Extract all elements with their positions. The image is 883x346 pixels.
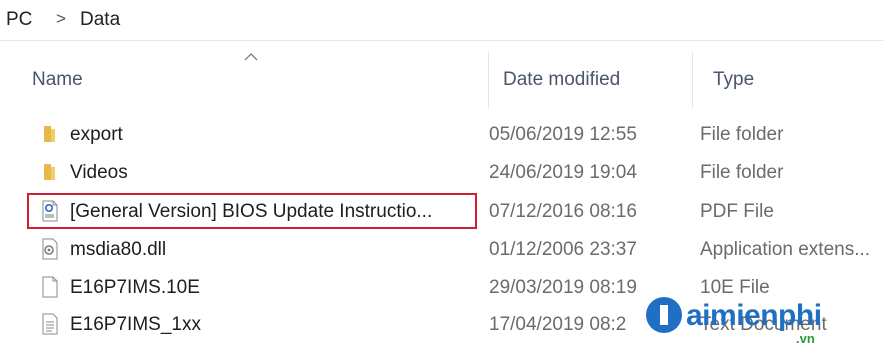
text-file-icon: [42, 313, 58, 335]
file-type: Application extens...: [700, 239, 871, 260]
file-type: PDF File: [700, 201, 774, 222]
file-row-export[interactable]: export 05/06/2019 12:55 File folder: [14, 115, 883, 153]
file-name: E16P7IMS.10E: [70, 277, 200, 298]
file-row-videos[interactable]: Videos 24/06/2019 19:04 File folder: [14, 153, 883, 191]
file-date: 01/12/2006 23:37: [489, 239, 637, 260]
column-header-row: Name Date modified Type: [14, 52, 883, 108]
file-name: export: [70, 124, 123, 145]
file-row-msdia80[interactable]: msdia80.dll 01/12/2006 23:37 Application…: [14, 230, 883, 268]
file-name: E16P7IMS_1xx: [70, 314, 201, 335]
sort-ascending-icon: [244, 53, 258, 61]
breadcrumb-item-pc[interactable]: PC: [6, 9, 32, 31]
folder-icon: [44, 126, 55, 142]
breadcrumb: PC > Data: [0, 0, 883, 41]
column-header-date-modified[interactable]: Date modified: [488, 52, 692, 108]
file-date: 17/04/2019 08:2: [489, 314, 627, 335]
watermark-logo: aimienphi .vn: [646, 297, 883, 346]
column-header-date-label: Date modified: [503, 69, 621, 90]
breadcrumb-item-data[interactable]: Data: [80, 9, 120, 31]
dll-file-icon: [42, 238, 58, 260]
watermark-suffix: .vn: [796, 331, 815, 346]
file-date: 24/06/2019 19:04: [489, 162, 637, 183]
column-header-name-label: Name: [32, 69, 83, 90]
file-type: File folder: [700, 124, 784, 145]
blank-file-icon: [42, 276, 58, 298]
file-type: File folder: [700, 162, 784, 183]
red-highlight-box: [27, 193, 477, 229]
file-date: 05/06/2019 12:55: [489, 124, 637, 145]
file-name: Videos: [70, 162, 128, 183]
file-date: 07/12/2016 08:16: [489, 201, 637, 222]
folder-icon: [44, 164, 55, 180]
file-type: 10E File: [700, 277, 770, 298]
watermark-brand: aimienphi: [686, 299, 822, 332]
breadcrumb-separator[interactable]: >: [56, 9, 66, 29]
file-date: 29/03/2019 08:19: [489, 277, 637, 298]
column-header-type[interactable]: Type: [692, 52, 883, 108]
file-name: msdia80.dll: [70, 239, 167, 260]
watermark-t-icon: [646, 297, 682, 333]
column-header-type-label: Type: [713, 69, 755, 90]
